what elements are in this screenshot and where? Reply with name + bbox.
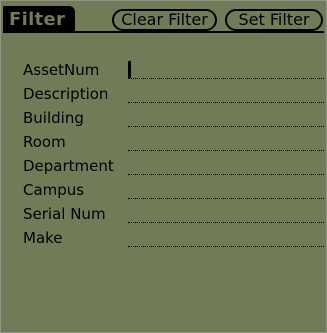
room-field[interactable] (128, 134, 324, 151)
field-row-department: Department (23, 155, 325, 179)
set-filter-button[interactable]: Set Filter (225, 9, 323, 31)
field-row-serial-num: Serial Num (23, 203, 325, 227)
filter-screen: Filter Clear Filter Set Filter AssetNum … (0, 0, 327, 333)
description-label: Description (23, 85, 109, 103)
field-row-campus: Campus (23, 179, 325, 203)
department-label: Department (23, 157, 114, 175)
filter-form: AssetNum Description Building Room Depar… (23, 59, 325, 251)
field-row-room: Room (23, 131, 325, 155)
make-field[interactable] (128, 230, 324, 247)
department-field[interactable] (128, 158, 324, 175)
serial-num-label: Serial Num (23, 205, 106, 223)
form-title: Filter (3, 6, 75, 33)
building-label: Building (23, 109, 84, 127)
room-label: Room (23, 133, 66, 151)
building-field[interactable] (128, 110, 324, 127)
campus-label: Campus (23, 181, 85, 199)
assetnum-label: AssetNum (23, 61, 100, 79)
make-label: Make (23, 229, 63, 247)
field-row-assetnum: AssetNum (23, 59, 325, 83)
campus-field[interactable] (128, 182, 324, 199)
title-bar-rule (3, 31, 324, 33)
text-cursor (128, 61, 131, 78)
clear-filter-button[interactable]: Clear Filter (112, 9, 217, 31)
description-field[interactable] (128, 86, 324, 103)
field-row-building: Building (23, 107, 325, 131)
serial-num-field[interactable] (128, 206, 324, 223)
assetnum-field[interactable] (128, 62, 324, 79)
field-row-make: Make (23, 227, 325, 251)
field-row-description: Description (23, 83, 325, 107)
